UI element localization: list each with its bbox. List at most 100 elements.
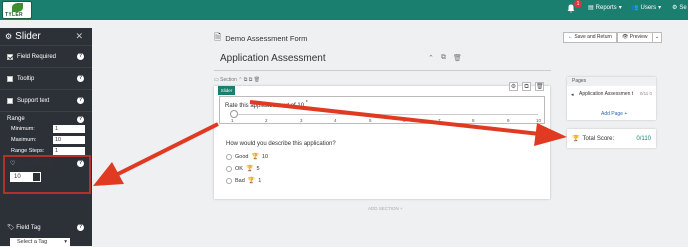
option-good[interactable]: Good 🏆 10 bbox=[226, 153, 268, 160]
support-text-checkbox[interactable] bbox=[7, 97, 13, 104]
slider-thumb[interactable] bbox=[230, 110, 238, 118]
trophy-icon: 🏆 bbox=[247, 178, 256, 184]
pages-header: Pages bbox=[567, 77, 656, 86]
copy-icon[interactable]: ⧉ bbox=[249, 77, 253, 83]
option-bad[interactable]: Bad 🏆 1 bbox=[226, 177, 261, 184]
slider-tick: 2 bbox=[265, 118, 268, 123]
tag-icon: 🏷 bbox=[7, 225, 15, 231]
tooltip-checkbox[interactable] bbox=[7, 75, 13, 82]
field-required-row[interactable]: Field Required ? bbox=[0, 45, 92, 67]
help-icon[interactable]: ? bbox=[77, 75, 84, 82]
field-settings-sidebar: ⚙ Slider ✕ Field Required ? Tooltip ? Su… bbox=[0, 28, 92, 247]
field-required-label: Field Required bbox=[17, 53, 57, 60]
add-section-link[interactable]: ADD SECTION + bbox=[368, 206, 403, 211]
slider-tick: 9 bbox=[507, 118, 510, 123]
minimum-label: Minimum: bbox=[11, 126, 35, 132]
field-toolbar: ⚙ ⧉ 🗑 bbox=[509, 82, 544, 91]
radio-button[interactable] bbox=[226, 165, 232, 172]
chevron-up-icon[interactable]: ⌃ bbox=[238, 77, 242, 83]
total-score-label: Total Score: bbox=[582, 135, 615, 142]
help-icon[interactable]: ? bbox=[77, 116, 84, 123]
maximum-row: Maximum: 10 bbox=[7, 136, 85, 144]
preview-label: Preview bbox=[629, 34, 648, 40]
leaf-icon bbox=[12, 3, 23, 12]
support-text-row[interactable]: Support text ? bbox=[0, 89, 92, 111]
help-icon[interactable]: ? bbox=[77, 53, 84, 60]
page-item[interactable]: Application Assessmen t bbox=[579, 91, 639, 97]
minimum-input[interactable]: 1 bbox=[53, 125, 85, 133]
preview-button[interactable]: 👁 Preview bbox=[617, 32, 653, 43]
eye-icon: 👁 bbox=[622, 34, 629, 40]
radio-button[interactable] bbox=[226, 177, 232, 184]
radio-button[interactable] bbox=[226, 153, 232, 160]
range-steps-input[interactable]: 1 bbox=[53, 147, 85, 155]
top-navigation-bar: TYLER 1 ▤ Reports ▾ 👥 Users ▾ ⚙ Se bbox=[0, 0, 688, 20]
maximum-input[interactable]: 10 bbox=[53, 136, 85, 144]
gear-icon[interactable]: ⚙ bbox=[509, 82, 518, 91]
score-weight-box: ♡ Score Weight ? 10 bbox=[3, 155, 91, 194]
slider-tick: 10 bbox=[536, 118, 542, 123]
slider-tag: Slider bbox=[218, 86, 235, 95]
option-label: Good bbox=[235, 153, 249, 160]
option-ok[interactable]: OK 🏆 5 bbox=[226, 165, 260, 172]
option-label: OK bbox=[235, 165, 243, 172]
option-label: Bad bbox=[235, 177, 245, 184]
slider-field[interactable]: Rate this application out of 10 * 1 2 3 … bbox=[219, 96, 545, 124]
copy-icon[interactable]: ⧉ bbox=[522, 82, 531, 91]
help-icon[interactable]: ? bbox=[77, 97, 84, 104]
trash-icon[interactable]: 🗑 bbox=[535, 82, 544, 91]
save-and-return-button[interactable]: ← Save and Return bbox=[563, 32, 617, 43]
total-score-value: 0/110 bbox=[636, 135, 651, 142]
sidebar-title: Slider bbox=[15, 31, 41, 42]
copy-icon[interactable]: ⧉ bbox=[244, 77, 248, 83]
tooltip-label: Tooltip bbox=[17, 75, 35, 82]
users-label: Users bbox=[640, 4, 657, 11]
option-score: 5 bbox=[256, 165, 260, 172]
section-label: Section bbox=[220, 77, 237, 83]
notification-badge: 1 bbox=[574, 0, 582, 8]
tooltip-row[interactable]: Tooltip ? bbox=[0, 67, 92, 89]
reports-menu[interactable]: ▤ Reports ▾ bbox=[588, 4, 622, 12]
tyler-logo[interactable]: TYLER bbox=[2, 1, 32, 19]
copy-icon[interactable]: ⧉ bbox=[441, 54, 446, 62]
trash-icon[interactable]: 🗑 bbox=[254, 77, 260, 83]
slider-question: Rate this application out of 10 * bbox=[225, 100, 308, 109]
arrow-left-icon: ← bbox=[568, 34, 573, 40]
reports-label: Reports bbox=[595, 4, 617, 11]
chevron-down-icon: ⌄ bbox=[654, 34, 660, 40]
more-options-button[interactable]: ⌄ bbox=[652, 32, 662, 43]
settings-menu[interactable]: ⚙ Se bbox=[672, 4, 687, 12]
sidebar-header: ⚙ Slider ✕ bbox=[0, 28, 92, 45]
help-icon[interactable]: ? bbox=[77, 160, 84, 167]
range-steps-label: Range Steps: bbox=[11, 148, 45, 154]
range-steps-row: Range Steps: 1 bbox=[7, 147, 85, 155]
document-icon: 🗎 bbox=[214, 32, 222, 42]
field-required-checkbox[interactable] bbox=[7, 53, 13, 60]
slider-tick: 5 bbox=[369, 118, 372, 123]
users-menu[interactable]: 👥 Users ▾ bbox=[631, 4, 661, 12]
page-score: 0/11 0 bbox=[639, 91, 652, 96]
slider-tick: 8 bbox=[472, 118, 475, 123]
chevron-up-icon[interactable]: ⌃ bbox=[428, 54, 434, 62]
help-icon[interactable]: ? bbox=[77, 224, 84, 231]
total-score-box: 🏆 Total Score: 0/110 bbox=[567, 129, 656, 148]
option-score: 10 bbox=[261, 153, 269, 160]
option-score: 1 bbox=[258, 177, 262, 184]
spinner-icon[interactable] bbox=[33, 173, 40, 181]
pages-panel: Pages ◂ Application Assessmen t 0/11 0 A… bbox=[567, 77, 656, 120]
required-mark: * bbox=[305, 100, 308, 106]
add-page-link[interactable]: Add Page + bbox=[601, 111, 627, 117]
reports-icon: ▤ bbox=[588, 5, 594, 11]
slider-tick: 4 bbox=[334, 118, 337, 123]
close-icon[interactable]: ✕ bbox=[75, 31, 83, 42]
slider-track[interactable] bbox=[233, 114, 538, 115]
form-section-card: Slider ⚙ ⧉ 🗑 Rate this application out o… bbox=[214, 82, 550, 199]
score-weight-input[interactable]: 10 bbox=[10, 172, 41, 182]
slider-tick: 7 bbox=[438, 118, 441, 123]
trash-icon[interactable]: 🗑 bbox=[453, 54, 462, 62]
form-breadcrumb: 🗎 Demo Assessment Form bbox=[214, 30, 307, 46]
score-weight-label: Score Weight bbox=[17, 161, 53, 167]
select-tag-label: Select a Tag bbox=[17, 239, 48, 245]
page-title: Application Assessment bbox=[220, 53, 326, 64]
users-icon: 👥 bbox=[631, 5, 639, 11]
